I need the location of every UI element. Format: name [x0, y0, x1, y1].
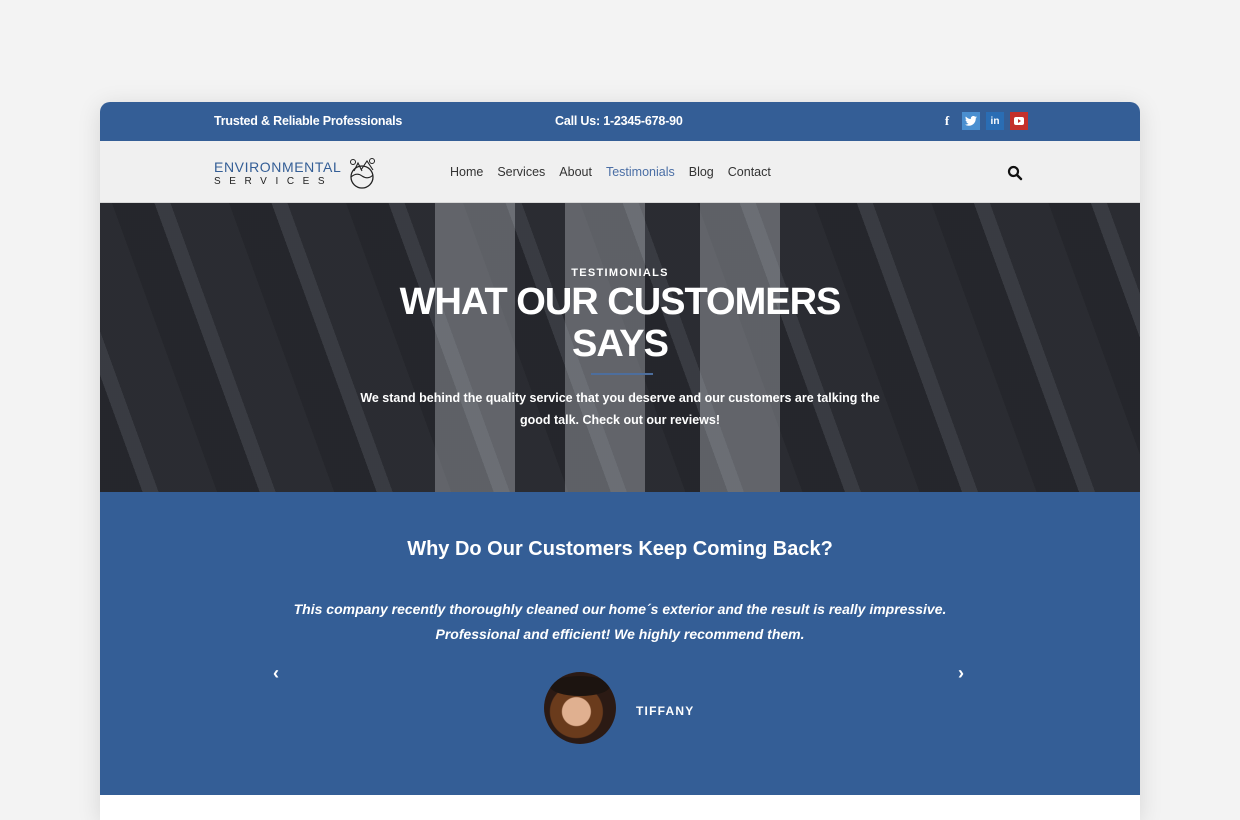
- chevron-right-icon[interactable]: ›: [958, 663, 964, 684]
- hero-eyebrow: TESTIMONIALS: [571, 267, 669, 279]
- nav-about[interactable]: About: [559, 165, 592, 179]
- globe-landscape-icon: [350, 158, 375, 189]
- facebook-icon[interactable]: f: [938, 112, 956, 130]
- top-bar: Trusted & Reliable Professionals Call Us…: [100, 102, 1140, 141]
- nav-home[interactable]: Home: [450, 165, 483, 179]
- tagline: Trusted & Reliable Professionals: [214, 114, 403, 128]
- nav-blog[interactable]: Blog: [689, 165, 714, 179]
- browser-frame: Trusted & Reliable Professionals Call Us…: [100, 102, 1140, 820]
- hero-title: WHAT OUR CUSTOMERS SAYS: [399, 281, 842, 365]
- primary-nav: Home Services About Testimonials Blog Co…: [450, 165, 785, 179]
- testimonials-section: Why Do Our Customers Keep Coming Back? T…: [100, 492, 1140, 795]
- hero-banner: TESTIMONIALS WHAT OUR CUSTOMERS SAYS We …: [100, 203, 1140, 492]
- linkedin-icon[interactable]: in: [986, 112, 1004, 130]
- hero-description: We stand behind the quality service that…: [360, 391, 880, 427]
- chevron-left-icon[interactable]: ‹: [273, 663, 279, 684]
- main-navbar: ENVIRONMENTAL SERVICES Home Services Abo…: [100, 141, 1140, 203]
- logo-line2: SERVICES: [214, 176, 334, 187]
- testimonial-author: TIFFANY: [636, 704, 695, 718]
- nav-testimonials[interactable]: Testimonials: [606, 165, 675, 179]
- next-section: [100, 795, 1140, 820]
- youtube-icon[interactable]: [1010, 112, 1028, 130]
- social-links: f in: [938, 112, 1028, 130]
- nav-contact[interactable]: Contact: [728, 165, 771, 179]
- nav-services[interactable]: Services: [497, 165, 545, 179]
- avatar: [544, 672, 616, 744]
- twitter-icon[interactable]: [962, 112, 980, 130]
- testimonials-heading: Why Do Our Customers Keep Coming Back?: [407, 538, 833, 560]
- search-icon[interactable]: [1007, 165, 1023, 181]
- phone-number[interactable]: Call Us: 1-2345-678-90: [555, 114, 683, 128]
- logo-line1: ENVIRONMENTAL: [214, 159, 342, 175]
- site-logo[interactable]: ENVIRONMENTAL SERVICES: [214, 160, 341, 188]
- title-underline: [591, 373, 653, 375]
- testimonial-quote: This company recently thoroughly cleaned…: [293, 601, 947, 642]
